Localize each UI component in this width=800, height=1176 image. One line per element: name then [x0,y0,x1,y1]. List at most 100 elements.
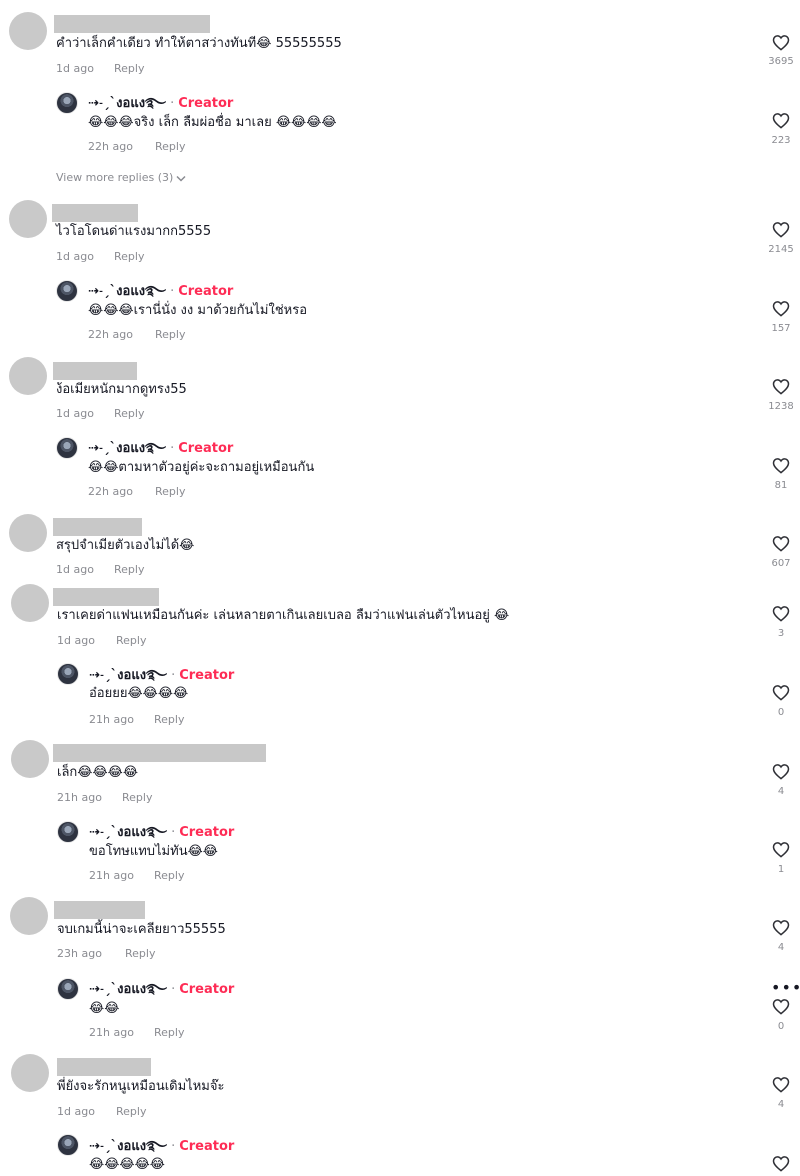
comment-text: ไวโอโดนด่าแรงมากก5555 [56,224,212,239]
heart-icon[interactable] [772,378,790,395]
like-count: 2145 [768,244,794,255]
more-options-icon[interactable]: ••• [771,980,800,996]
heart-icon[interactable] [772,998,790,1015]
reply-button[interactable]: Reply [114,407,144,421]
like-count: 3695 [768,56,794,67]
commenter-avatar[interactable] [11,740,49,778]
reply-author[interactable]: ⇢˗ˏˋงอแง࿐ · Creator [88,440,233,458]
commenter-name-redacted[interactable] [53,588,159,606]
reply-author[interactable]: ⇢˗ˏˋงอแง࿐ · Creator [88,95,233,113]
reply-author[interactable]: ⇢˗ˏˋงอแง࿐ · Creator [89,824,234,842]
heart-icon[interactable] [772,763,790,780]
commenter-avatar[interactable] [11,1054,49,1092]
reply-author[interactable]: ⇢˗ˏˋงอแง࿐ · Creator [89,981,234,999]
view-more-replies[interactable]: View more replies (3) [56,171,186,185]
reply-button[interactable]: Reply [154,869,184,883]
creator-name[interactable]: ⇢˗ˏˋงอแง࿐ [88,441,166,456]
comment-text: สรุปจำเมียตัวเองไม่ได้😂 [56,538,195,553]
creator-avatar[interactable] [56,280,78,302]
heart-icon[interactable] [772,1076,790,1093]
reply-text: ขอโทษแทบไม่ทัน😂😂 [89,844,218,859]
heart-icon[interactable] [772,919,790,936]
commenter-avatar[interactable] [11,584,49,622]
heart-icon[interactable] [772,221,790,238]
like-count: 81 [774,480,788,491]
creator-avatar[interactable] [56,92,78,114]
comment-text: ง้อเมียหนักมากดูทรง55 [56,382,187,397]
reply-author[interactable]: ⇢˗ˏˋงอแง࿐ · Creator [89,1138,234,1156]
reply-button[interactable]: Reply [154,1026,184,1040]
reply-button[interactable]: Reply [114,62,144,76]
creator-name[interactable]: ⇢˗ˏˋงอแง࿐ [89,668,167,683]
heart-icon[interactable] [772,535,790,552]
heart-icon[interactable] [772,605,790,622]
separator-dot: · [171,1139,176,1154]
commenter-avatar[interactable] [9,12,47,50]
commenter-name-redacted[interactable] [53,518,142,536]
reply-time: 22h ago [88,328,133,341]
reply-button[interactable]: Reply [114,250,144,264]
creator-avatar[interactable] [57,978,79,1000]
commenter-name-redacted[interactable] [57,1058,151,1076]
creator-name[interactable]: ⇢˗ˏˋงอแง࿐ [89,825,167,840]
reply-button[interactable]: Reply [155,328,185,342]
comment-time: 1d ago [56,563,94,576]
reply-button[interactable]: Reply [114,563,144,577]
reply-time: 22h ago [88,485,133,498]
commenter-name-redacted[interactable] [53,362,137,380]
reply-author[interactable]: ⇢˗ˏˋงอแง࿐ · Creator [89,667,234,685]
creator-name[interactable]: ⇢˗ˏˋงอแง࿐ [88,96,166,111]
like-count: 0 [777,707,785,718]
reply-time: 21h ago [89,713,134,726]
creator-avatar[interactable] [57,1134,79,1156]
heart-icon[interactable] [772,684,790,701]
commenter-name-redacted[interactable] [54,15,210,33]
commenter-avatar[interactable] [9,357,47,395]
commenter-avatar[interactable] [10,897,48,935]
reply-button[interactable]: Reply [125,947,155,961]
creator-avatar[interactable] [56,437,78,459]
creator-name[interactable]: ⇢˗ˏˋงอแง࿐ [89,982,167,997]
separator-dot: · [171,982,176,997]
reply-button[interactable]: Reply [116,634,146,648]
comment-time: 1d ago [57,634,95,647]
creator-name[interactable]: ⇢˗ˏˋงอแง࿐ [88,284,166,299]
like-count: 1 [777,864,785,875]
creator-avatar[interactable] [57,821,79,843]
heart-icon[interactable] [772,112,790,129]
reply-text: 😂😂😂จริง เล็ก ลืมผ่อชื่อ มาเลย 😂😂😂😂 [88,115,337,130]
creator-name[interactable]: ⇢˗ˏˋงอแง࿐ [89,1139,167,1154]
reply-text: 😂😂 [89,1001,120,1016]
like-count: 1238 [768,401,794,412]
heart-icon[interactable] [772,300,790,317]
view-more-label[interactable]: View more replies (3) [56,171,173,184]
reply-time: 21h ago [89,869,134,882]
commenter-name-redacted[interactable] [53,744,266,762]
creator-avatar[interactable] [57,663,79,685]
commenter-avatar[interactable] [9,514,47,552]
reply-text: 😂😂ตามหาตัวอยู่ค่ะจะถามอยู่เหมือนกัน [88,460,315,475]
reply-button[interactable]: Reply [155,140,185,154]
like-count: 607 [771,558,791,569]
comment-text: เราเคยด่าแฟนเหมือนกันค่ะ เล่นหลายตาเกินเ… [57,608,510,623]
comment-time: 21h ago [57,791,102,804]
heart-icon[interactable] [772,841,790,858]
reply-author[interactable]: ⇢˗ˏˋงอแง࿐ · Creator [88,283,233,301]
reply-button[interactable]: Reply [122,791,152,805]
reply-time: 22h ago [88,140,133,153]
heart-icon[interactable] [772,34,790,51]
reply-button[interactable]: Reply [154,713,184,727]
reply-button[interactable]: Reply [155,485,185,499]
commenter-name-redacted[interactable] [54,901,145,919]
like-count: 4 [777,786,785,797]
creator-badge: Creator [179,825,235,840]
reply-text: อ๋อยยย😂😂😂😂 [89,686,189,701]
separator-dot: · [171,825,176,840]
heart-icon[interactable] [772,457,790,474]
commenter-avatar[interactable] [9,200,47,238]
heart-icon[interactable] [772,1155,790,1172]
reply-button[interactable]: Reply [116,1105,146,1119]
commenter-name-redacted[interactable] [52,204,138,222]
separator-dot: · [170,96,175,111]
creator-badge: Creator [179,982,235,997]
